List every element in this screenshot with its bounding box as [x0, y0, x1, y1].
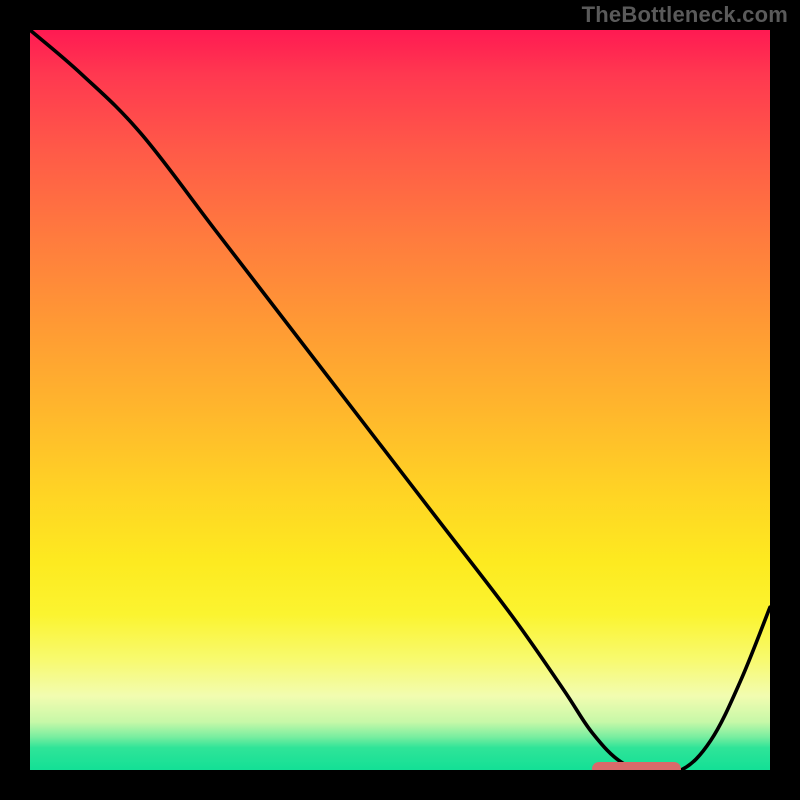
chart-container: TheBottleneck.com: [0, 0, 800, 800]
curve-path: [30, 30, 770, 770]
optimal-range-marker: [592, 762, 681, 770]
plot-area: [30, 30, 770, 770]
bottleneck-curve: [30, 30, 770, 770]
watermark-text: TheBottleneck.com: [582, 2, 788, 28]
